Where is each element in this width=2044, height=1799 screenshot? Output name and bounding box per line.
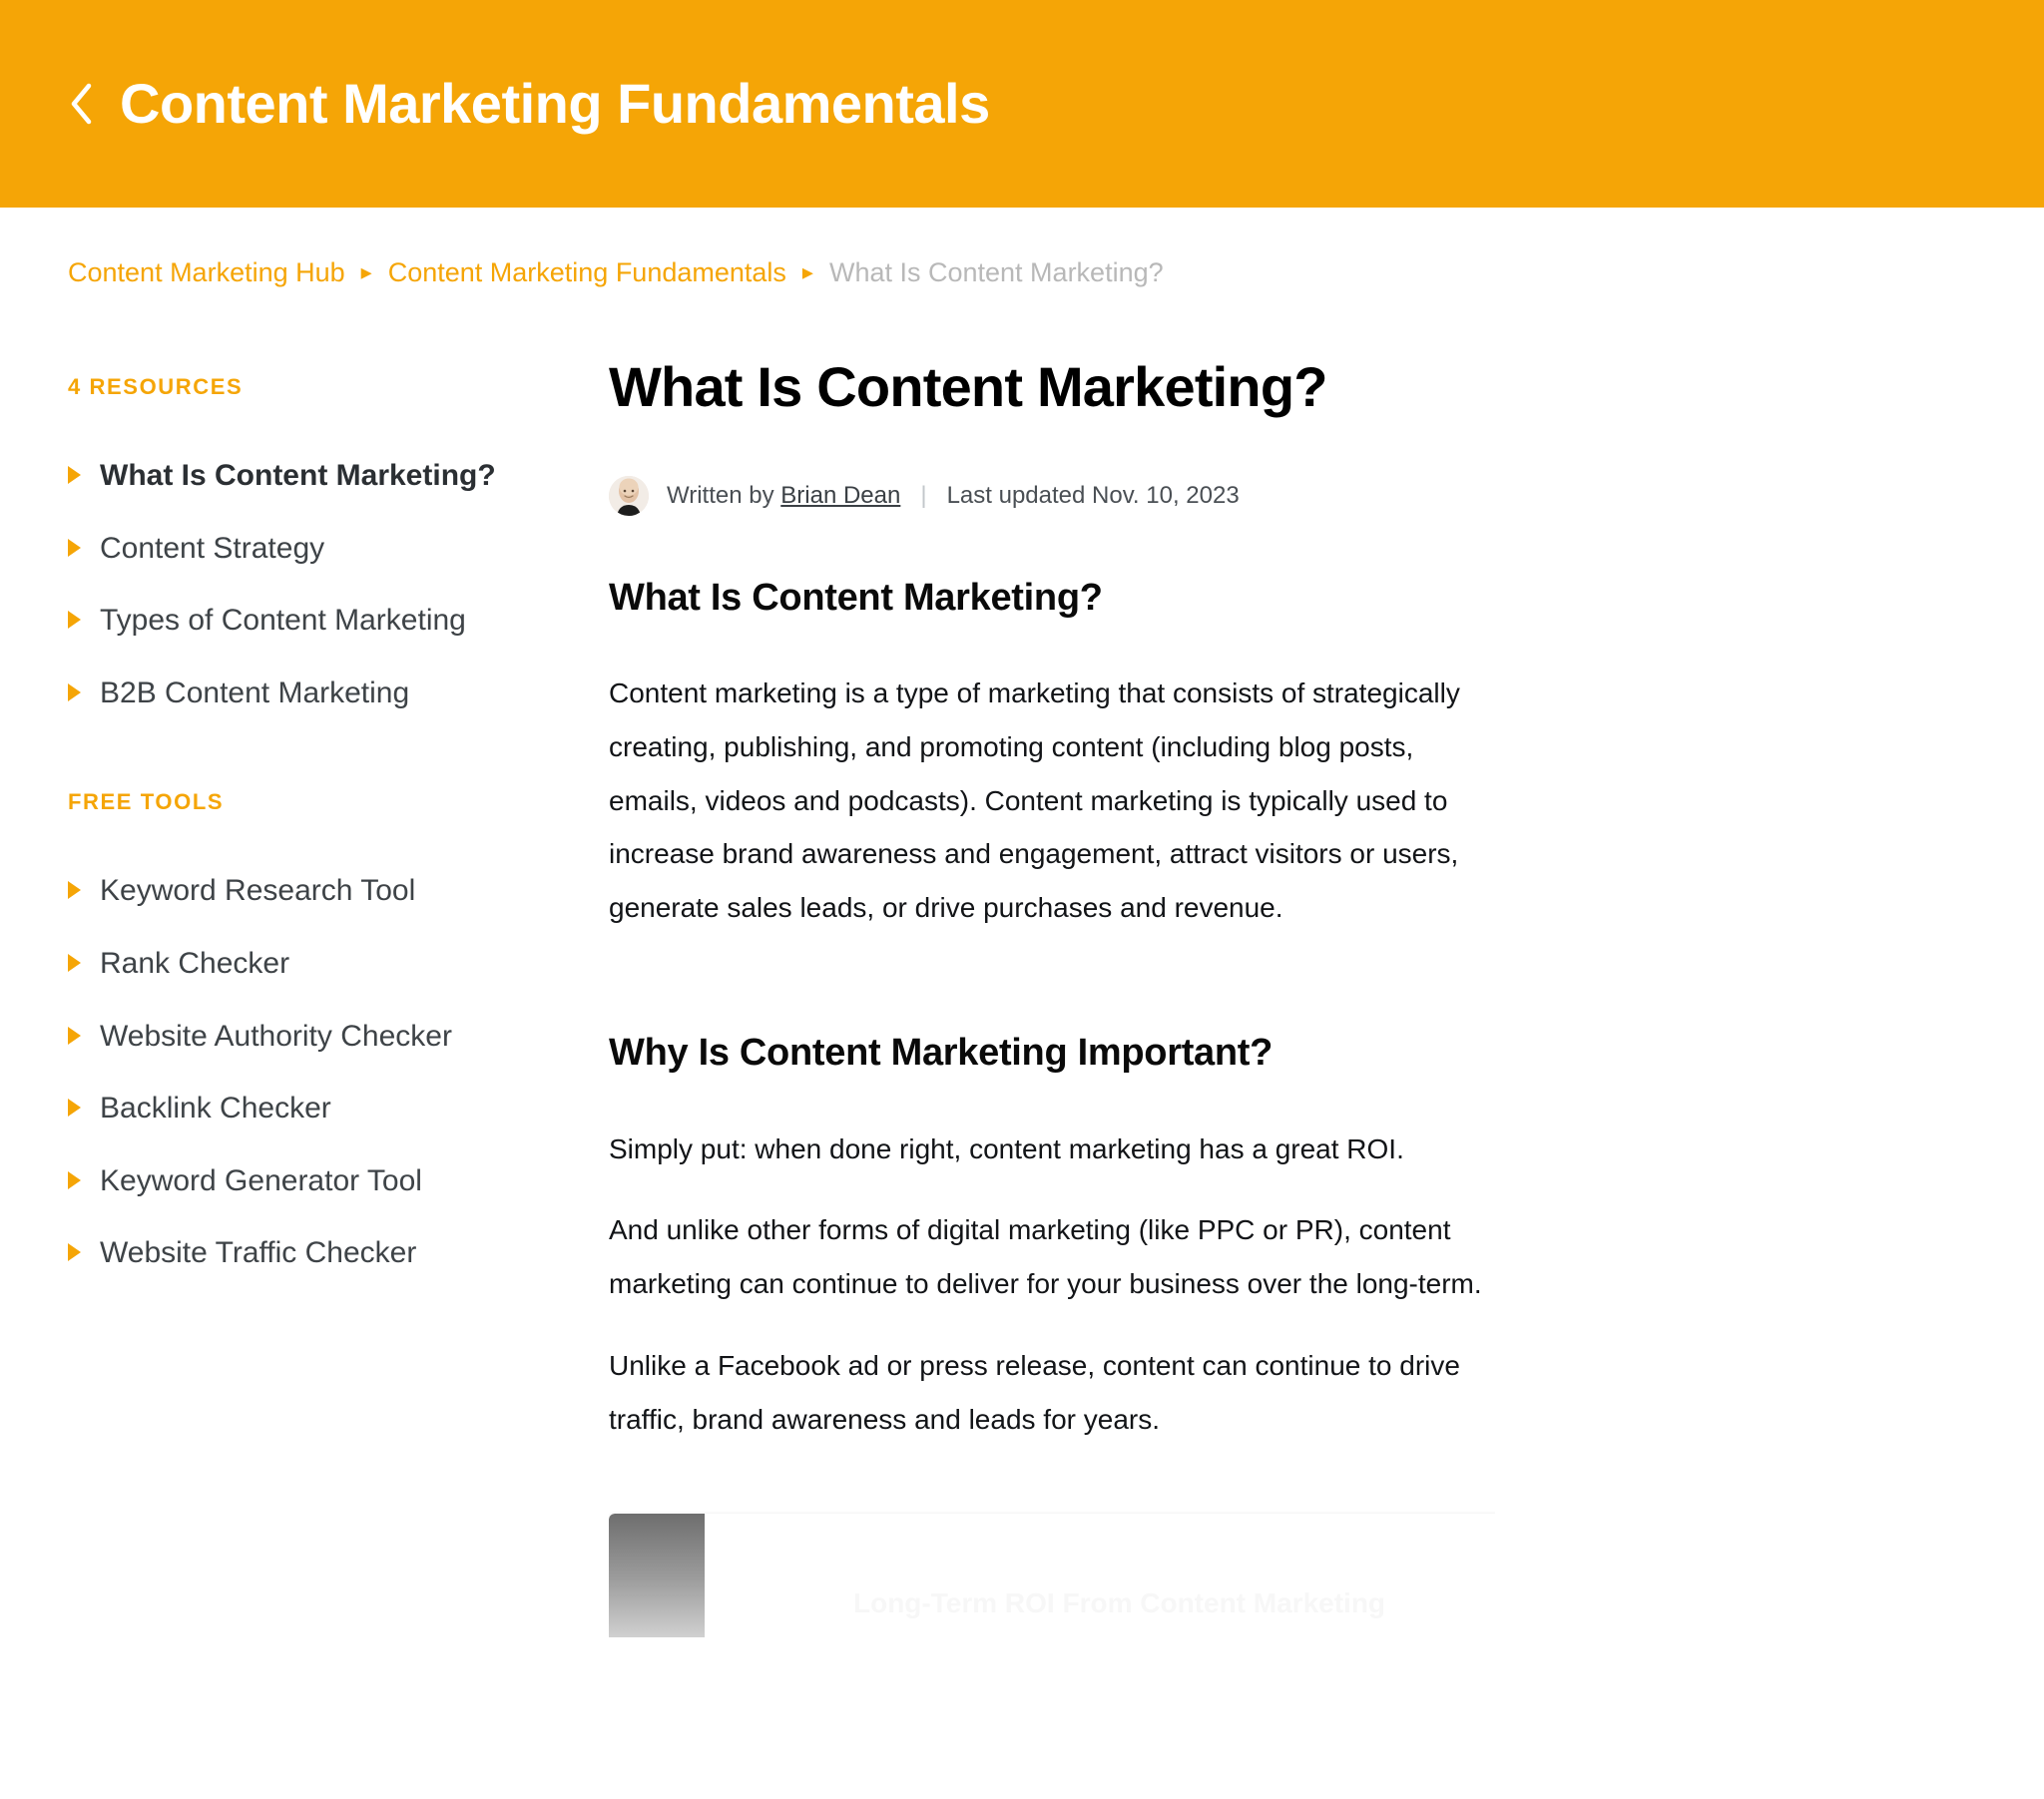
sidebar-item-label: Keyword Research Tool <box>100 874 416 908</box>
byline-divider: | <box>920 481 927 509</box>
sidebar-item-website-traffic-checker[interactable]: Website Traffic Checker <box>68 1229 537 1278</box>
sidebar-item-what-is-content-marketing[interactable]: What Is Content Marketing? <box>68 452 537 501</box>
page-layout: 4 RESOURCES What Is Content Marketing? C… <box>0 286 2044 1638</box>
section-paragraph: Unlike a Facebook ad or press release, c… <box>609 1349 1460 1435</box>
section-heading-what-is-content-marketing: What Is Content Marketing? <box>609 576 1103 619</box>
triangle-right-icon <box>68 682 81 701</box>
sidebar-item-label: B2B Content Marketing <box>100 675 410 709</box>
sidebar-tools-heading: FREE TOOLS <box>68 789 225 815</box>
sidebar-resources-list: What Is Content Marketing? Content Strat… <box>68 452 537 717</box>
chevron-left-icon <box>68 82 94 126</box>
sidebar-resources-heading: 4 RESOURCES <box>68 374 244 399</box>
breadcrumb-item-hub[interactable]: Content Marketing Hub <box>68 259 345 286</box>
sidebar: 4 RESOURCES What Is Content Marketing? C… <box>68 356 537 1302</box>
figure-gradient-bar <box>609 1514 705 1638</box>
breadcrumb: Content Marketing Hub ▸ Content Marketin… <box>0 208 2044 286</box>
triangle-right-icon <box>68 1243 81 1262</box>
sidebar-item-label: Types of Content Marketing <box>100 604 466 638</box>
author-avatar <box>609 475 649 516</box>
sidebar-item-backlink-checker[interactable]: Backlink Checker <box>68 1085 537 1133</box>
sidebar-item-label: Keyword Generator Tool <box>100 1163 422 1197</box>
triangle-right-icon <box>68 1026 81 1045</box>
sidebar-item-label: What Is Content Marketing? <box>100 459 496 492</box>
section-paragraph: Content marketing is a type of marketing… <box>609 677 1460 924</box>
section-paragraph: Simply put: when done right, content mar… <box>609 1132 1404 1164</box>
sidebar-resources-section: 4 RESOURCES What Is Content Marketing? C… <box>68 374 537 717</box>
section-heading-why-is-content-marketing-important: Why Is Content Marketing Important? <box>609 1031 1274 1074</box>
sidebar-item-label: Rank Checker <box>100 946 290 980</box>
triangle-right-icon <box>68 1170 81 1189</box>
page-title: What Is Content Marketing? <box>609 355 1327 418</box>
sidebar-tools-section: FREE TOOLS Keyword Research Tool Rank Ch… <box>68 789 537 1278</box>
breadcrumb-separator-icon: ▸ <box>801 258 813 284</box>
sidebar-item-website-authority-checker[interactable]: Website Authority Checker <box>68 1013 537 1062</box>
sidebar-item-label: Website Traffic Checker <box>100 1236 417 1270</box>
triangle-right-icon <box>68 611 81 630</box>
app-header: Content Marketing Fundamentals <box>0 0 2044 208</box>
sidebar-item-rank-checker[interactable]: Rank Checker <box>68 940 537 989</box>
triangle-right-icon <box>68 881 81 900</box>
sidebar-item-label: Content Strategy <box>100 531 325 565</box>
back-button[interactable] <box>68 72 120 136</box>
sidebar-item-keyword-generator-tool[interactable]: Keyword Generator Tool <box>68 1157 537 1206</box>
sidebar-item-content-strategy[interactable]: Content Strategy <box>68 525 537 574</box>
sidebar-item-label: Website Authority Checker <box>100 1019 452 1053</box>
app-title: Content Marketing Fundamentals <box>120 72 990 136</box>
byline-last-updated: Last updated Nov. 10, 2023 <box>946 481 1240 509</box>
article-main: What Is Content Marketing? Written by Br… <box>537 355 1545 1638</box>
triangle-right-icon <box>68 953 81 972</box>
figure-card: Long-Term ROI From Content Marketing <box>609 1514 1495 1638</box>
breadcrumb-item-fundamentals[interactable]: Content Marketing Fundamentals <box>388 259 786 286</box>
breadcrumb-separator-icon: ▸ <box>360 258 372 284</box>
triangle-right-icon <box>68 466 81 484</box>
sidebar-item-types-of-content-marketing[interactable]: Types of Content Marketing <box>68 597 537 646</box>
article-figure: Long-Term ROI From Content Marketing <box>609 1508 1495 1638</box>
sidebar-item-keyword-research-tool[interactable]: Keyword Research Tool <box>68 867 537 916</box>
figure-caption: Long-Term ROI From Content Marketing <box>853 1587 1386 1619</box>
breadcrumb-item-current: What Is Content Marketing? <box>828 257 1164 287</box>
sidebar-item-b2b-content-marketing[interactable]: B2B Content Marketing <box>68 670 537 718</box>
byline-author-link[interactable]: Brian Dean <box>780 482 900 510</box>
triangle-right-icon <box>68 538 81 557</box>
byline-prefix: Written by <box>667 481 774 509</box>
sidebar-item-label: Backlink Checker <box>100 1092 331 1125</box>
section-paragraph: And unlike other forms of digital market… <box>609 1214 1482 1300</box>
triangle-right-icon <box>68 1099 81 1118</box>
article-byline: Written by Brian Dean | Last updated Nov… <box>609 475 1495 516</box>
sidebar-tools-list: Keyword Research Tool Rank Checker Websi… <box>68 867 537 1278</box>
